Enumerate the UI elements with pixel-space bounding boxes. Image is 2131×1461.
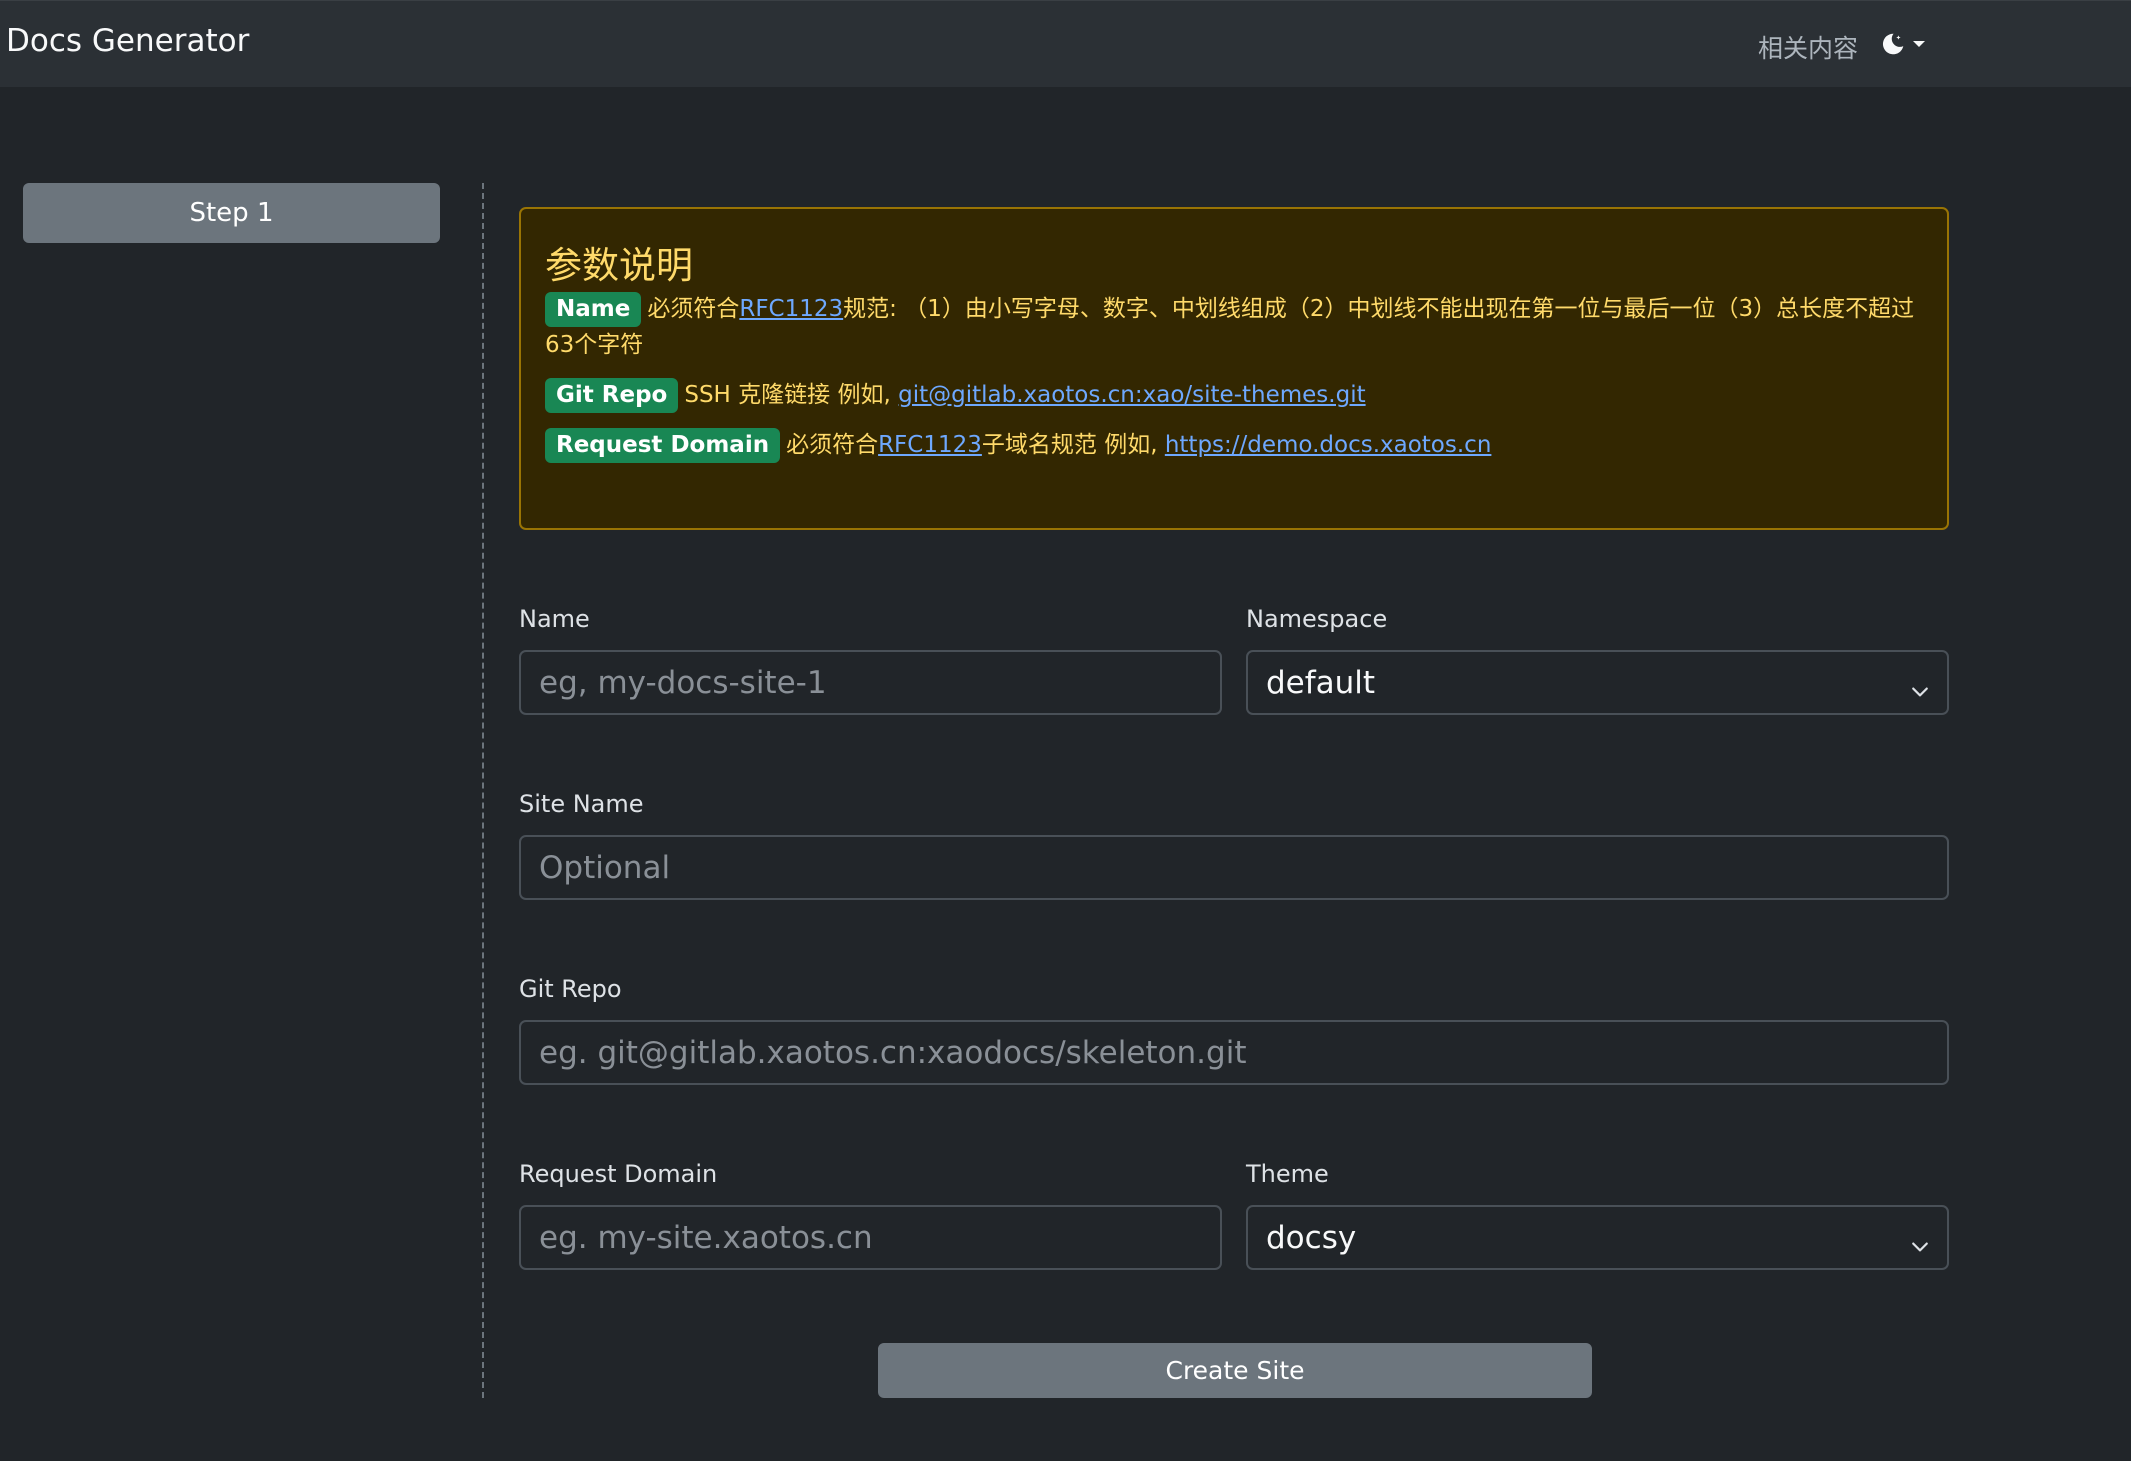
request-domain-desc-mid: 子域名规范 例如, bbox=[981, 432, 1165, 458]
git-repo-input[interactable] bbox=[519, 1020, 1949, 1085]
name-input[interactable] bbox=[519, 650, 1222, 715]
rfc1123-link[interactable]: RFC1123 bbox=[739, 296, 843, 322]
vertical-divider bbox=[482, 183, 484, 1398]
theme-select[interactable]: docsy bbox=[1246, 1205, 1949, 1270]
request-domain-desc-prefix: 必须符合 bbox=[786, 432, 879, 458]
navbar-brand[interactable]: Docs Generator bbox=[6, 23, 249, 59]
step-1-button[interactable]: Step 1 bbox=[23, 183, 440, 243]
create-site-button[interactable]: Create Site bbox=[878, 1343, 1592, 1398]
alert-title: 参数说明 bbox=[545, 244, 693, 287]
git-repo-label: Git Repo bbox=[519, 975, 622, 1003]
request-domain-label: Request Domain bbox=[519, 1160, 718, 1188]
git-repo-badge: Git Repo bbox=[545, 378, 679, 413]
related-content-link[interactable]: 相关内容 bbox=[1758, 29, 1858, 65]
request-domain-badge: Request Domain bbox=[545, 428, 781, 463]
name-desc-prefix: 必须符合 bbox=[647, 296, 740, 322]
theme-label: Theme bbox=[1246, 1160, 1329, 1188]
request-domain-input[interactable] bbox=[519, 1205, 1222, 1270]
theme-toggle-button[interactable] bbox=[1880, 27, 1934, 61]
chevron-down-icon bbox=[1911, 1228, 1929, 1264]
git-repo-example-link[interactable]: git@gitlab.xaotos.cn:xao/site-themes.git bbox=[898, 382, 1366, 408]
alert-line-request-domain: Request Domain 必须符合RFC1123子域名规范 例如, https… bbox=[545, 427, 1923, 463]
namespace-selected-value: default bbox=[1266, 664, 1376, 701]
alert-line-git-repo: Git Repo SSH 克隆链接 例如, git@gitlab.xaotos.c… bbox=[545, 377, 1923, 413]
top-navbar: Docs Generator 相关内容 bbox=[0, 0, 2131, 87]
site-name-input[interactable] bbox=[519, 835, 1949, 900]
alert-line-name: Name 必须符合RFC1123规范: （1）由小写字母、数字、中划线组成（2）中… bbox=[545, 291, 1923, 363]
name-badge: Name bbox=[545, 292, 642, 327]
caret-down-icon bbox=[1912, 39, 1926, 49]
site-name-label: Site Name bbox=[519, 790, 644, 818]
parameter-info-alert: 参数说明 Name 必须符合RFC1123规范: （1）由小写字母、数字、中划线组… bbox=[519, 207, 1949, 530]
chevron-down-icon bbox=[1911, 673, 1929, 709]
git-repo-desc: SSH 克隆链接 例如, bbox=[684, 382, 899, 408]
request-domain-example-link[interactable]: https://demo.docs.xaotos.cn bbox=[1165, 432, 1492, 458]
theme-selected-value: docsy bbox=[1266, 1219, 1357, 1256]
namespace-label: Namespace bbox=[1246, 605, 1388, 633]
namespace-select[interactable]: default bbox=[1246, 650, 1949, 715]
name-label: Name bbox=[519, 605, 590, 633]
moon-icon bbox=[1880, 31, 1906, 57]
rfc1123-subdomain-link[interactable]: RFC1123 bbox=[878, 432, 982, 458]
